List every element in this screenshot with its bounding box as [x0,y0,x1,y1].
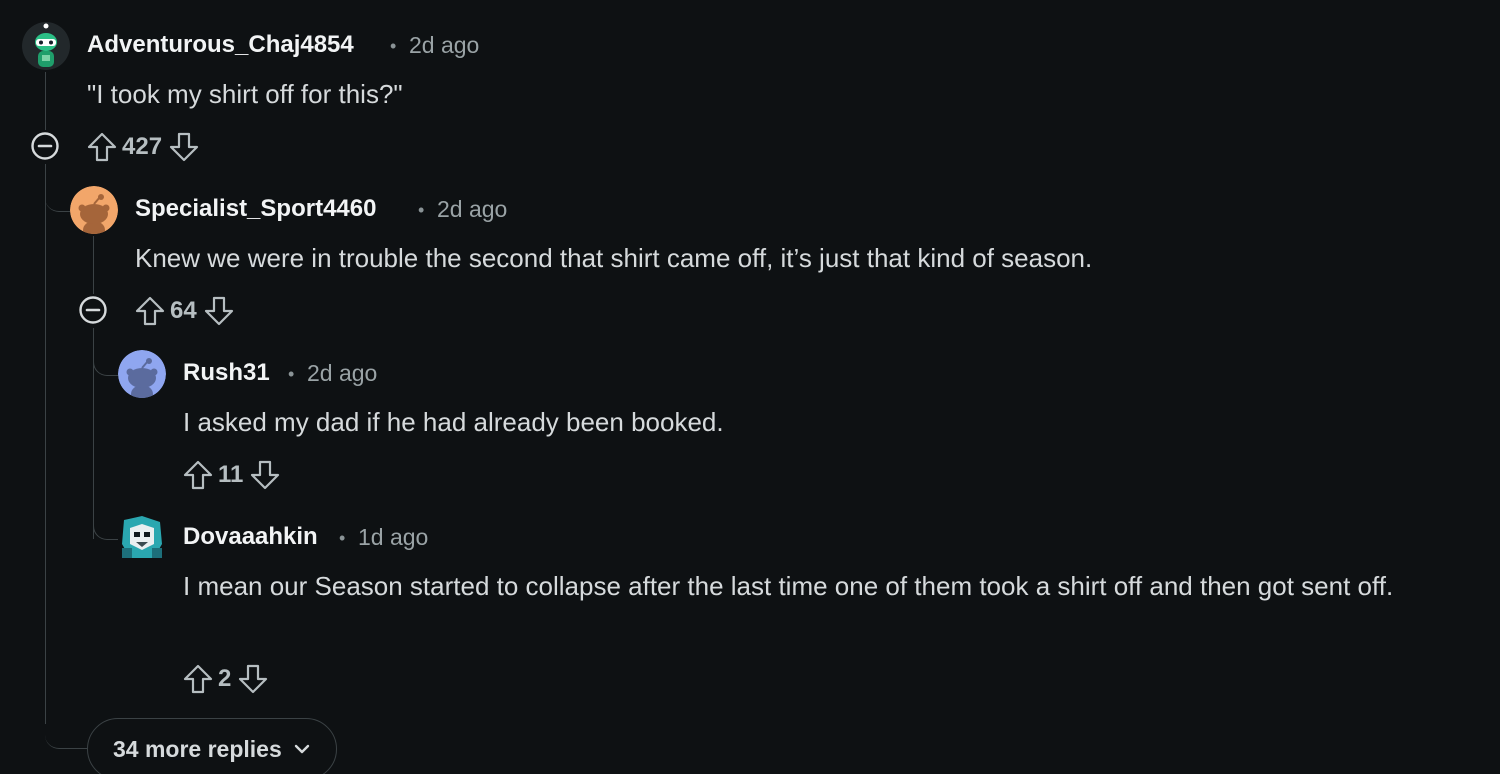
avatar[interactable] [22,22,70,70]
collapse-thread-button[interactable] [30,131,60,161]
comment-timestamp[interactable]: 2d ago [307,360,377,387]
thread-elbow-more-replies [45,690,87,749]
downvote-arrow-icon[interactable] [168,131,200,163]
avatar[interactable] [118,350,166,398]
vote-count: 11 [218,461,244,488]
green-snoo-avatar-icon [22,22,70,70]
robot-avatar-icon [118,514,166,562]
upvote-arrow-icon[interactable] [86,131,118,163]
chevron-down-icon [294,744,309,754]
thread-elbow-reply-1 [45,164,70,212]
meta-separator: • [339,528,346,548]
vote-bar: 64 [134,293,235,329]
collapse-thread-button[interactable] [78,295,108,325]
avatar[interactable] [70,186,118,234]
thread-elbow-reply-3 [93,500,119,540]
comment-timestamp[interactable]: 1d ago [358,524,428,551]
comment-author[interactable]: Specialist_Sport4460 [135,195,376,223]
downvote-arrow-icon[interactable] [203,295,235,327]
vote-count: 64 [170,297,197,324]
downvote-arrow-icon[interactable] [249,459,281,491]
vote-bar: 2 [182,661,269,697]
thread-line-level1 [93,236,94,294]
comment-timestamp[interactable]: 2d ago [437,196,507,223]
blue-snoo-avatar-icon [118,350,166,398]
vote-count: 2 [218,665,232,692]
orange-snoo-avatar-icon [70,186,118,234]
downvote-arrow-icon[interactable] [237,663,269,695]
thread-line-level0-lower [45,164,46,724]
vote-count: 427 [122,133,163,160]
comment-body: I asked my dad if he had already been bo… [183,407,724,437]
avatar[interactable] [118,514,166,562]
minus-circle-icon [79,296,107,324]
upvote-arrow-icon[interactable] [134,295,166,327]
vote-bar: 427 [86,129,200,165]
comment-timestamp[interactable]: 2d ago [409,32,479,59]
comment-body: "I took my shirt off for this?" [87,79,403,109]
upvote-arrow-icon[interactable] [182,459,214,491]
comment-author[interactable]: Rush31 [183,359,270,387]
meta-separator: • [390,36,397,56]
meta-separator: • [418,200,425,220]
upvote-arrow-icon[interactable] [182,663,214,695]
thread-elbow-reply-2 [93,350,119,376]
thread-line-level0 [45,72,46,130]
more-replies-label: 34 more replies [113,735,282,762]
thread-line-level0-mid [45,164,46,212]
comment-body: Knew we were in trouble the second that … [135,243,1093,273]
minus-circle-icon [31,132,59,160]
comment-author[interactable]: Adventurous_Chaj4854 [87,31,354,59]
meta-separator: • [288,364,295,384]
more-replies-button[interactable]: 34 more replies [87,718,337,774]
comment-author[interactable]: Dovaaahkin [183,523,318,551]
vote-bar: 11 [182,457,281,493]
comment-thread: Adventurous_Chaj4854 • 2d ago "I took my… [0,0,1500,774]
comment-body: I mean our Season started to collapse af… [183,571,1394,601]
